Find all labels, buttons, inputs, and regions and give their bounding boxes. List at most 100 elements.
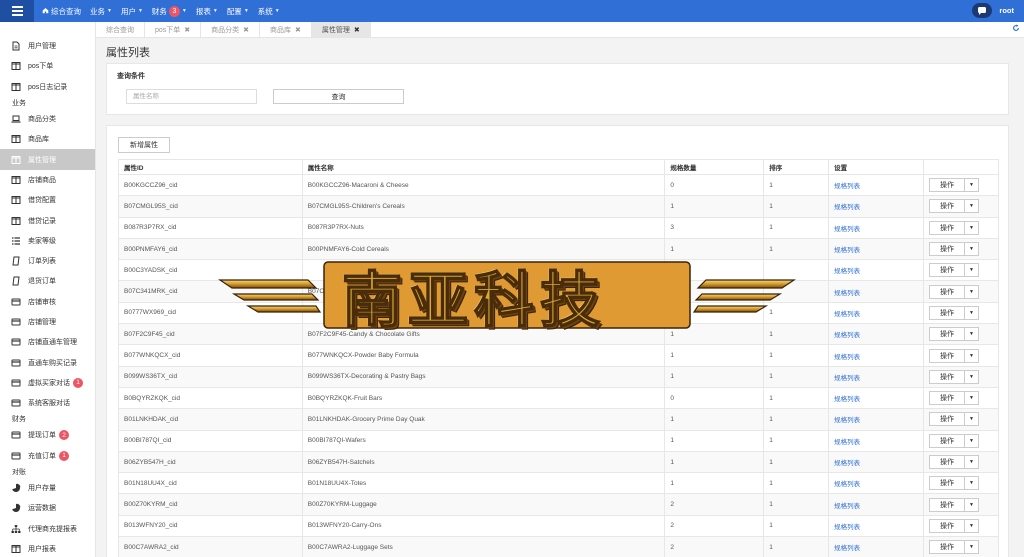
action-button[interactable]: 操作	[930, 306, 965, 319]
spec-list-link[interactable]: 规格列表	[828, 344, 924, 367]
spec-list-link[interactable]: 规格列表	[828, 429, 924, 452]
action-button[interactable]: 操作	[930, 243, 965, 256]
search-button[interactable]: 查询	[273, 89, 404, 104]
action-button[interactable]: 操作	[930, 285, 965, 298]
close-icon[interactable]: ✖	[184, 26, 190, 34]
caret-down-icon[interactable]: ▼	[965, 179, 978, 191]
caret-down-icon[interactable]: ▼	[965, 392, 978, 404]
tab-0[interactable]: 综合查询	[96, 22, 145, 37]
sidebar-item[interactable]: 虚拟买家对话 1	[0, 373, 95, 393]
topnav-item-6[interactable]: 系统 ▼	[258, 6, 280, 17]
spec-list-link[interactable]: 规格列表	[828, 408, 924, 431]
spec-list-link[interactable]: 规格列表	[828, 472, 924, 495]
sidebar-item[interactable]: 店铺管理	[0, 312, 95, 332]
sidebar-item[interactable]: 属性管理	[0, 149, 95, 170]
action-button[interactable]: 操作	[930, 370, 965, 383]
sidebar-item[interactable]: 提现订单 2	[0, 425, 95, 445]
caret-down-icon[interactable]: ▼	[965, 200, 978, 212]
tab-4[interactable]: 属性管理 ✖	[311, 22, 371, 37]
caret-down-icon[interactable]: ▼	[965, 264, 978, 276]
chat-icon[interactable]	[972, 3, 993, 18]
action-button[interactable]: 操作	[930, 200, 965, 213]
caret-down-icon[interactable]: ▼	[965, 477, 978, 489]
caret-down-icon[interactable]: ▼	[965, 371, 978, 383]
menu-toggle-icon[interactable]	[0, 0, 34, 22]
action-button[interactable]: 操作	[930, 498, 965, 511]
spec-list-link[interactable]: 规格列表	[828, 301, 924, 325]
caret-down-icon[interactable]: ▼	[965, 520, 978, 532]
topnav-item-0[interactable]: 综合查询	[42, 6, 81, 17]
topnav-item-5[interactable]: 配置 ▼	[227, 6, 249, 17]
action-button[interactable]: 操作	[930, 221, 965, 234]
sidebar-item[interactable]: 直通车购买记录	[0, 352, 95, 372]
sidebar-item[interactable]: 用户存量	[0, 478, 95, 498]
sidebar-item[interactable]: 订单列表	[0, 251, 95, 271]
action-button[interactable]: 操作	[930, 477, 965, 490]
caret-down-icon[interactable]: ▼	[965, 456, 978, 468]
sidebar-item[interactable]: 用户管理	[0, 36, 95, 56]
action-button[interactable]: 操作	[930, 179, 965, 192]
spec-list-link[interactable]: 规格列表	[828, 173, 924, 197]
spec-list-link[interactable]: 规格列表	[828, 323, 924, 346]
spec-list-link[interactable]: 规格列表	[828, 195, 924, 218]
caret-down-icon[interactable]: ▼	[965, 307, 978, 319]
caret-down-icon[interactable]: ▼	[965, 286, 978, 298]
sidebar-item[interactable]: 店铺直通车管理	[0, 332, 95, 352]
add-attribute-button[interactable]: 新增属性	[118, 137, 170, 153]
sidebar-item[interactable]: 借贷配置	[0, 190, 95, 210]
sidebar-item[interactable]: 店铺审核	[0, 292, 95, 312]
action-button[interactable]: 操作	[930, 519, 965, 532]
action-button[interactable]: 操作	[930, 434, 965, 447]
spec-list-link[interactable]: 规格列表	[828, 450, 924, 474]
close-icon[interactable]: ✖	[243, 26, 249, 34]
spec-list-link[interactable]: 规格列表	[828, 514, 924, 538]
action-button[interactable]: 操作	[930, 349, 965, 362]
spec-list-link[interactable]: 规格列表	[828, 365, 924, 388]
sidebar-item[interactable]: 借贷记录	[0, 210, 95, 230]
spec-list-link[interactable]: 规格列表	[828, 280, 924, 303]
sidebar-item[interactable]: pos日志记录	[0, 77, 95, 97]
spec-list-link[interactable]: 规格列表	[828, 259, 924, 282]
sidebar-item[interactable]: 系统客服对话	[0, 393, 95, 413]
tab-1[interactable]: pos下单 ✖	[145, 22, 202, 37]
caret-down-icon[interactable]: ▼	[965, 328, 978, 340]
sidebar-item[interactable]: 充值订单 1	[0, 446, 95, 466]
spec-list-link[interactable]: 规格列表	[828, 237, 924, 261]
sidebar-item[interactable]: 用户报表	[0, 539, 95, 557]
action-button[interactable]: 操作	[930, 328, 965, 341]
caret-down-icon[interactable]: ▼	[965, 350, 978, 362]
caret-down-icon[interactable]: ▼	[965, 413, 978, 425]
spec-list-link[interactable]: 规格列表	[828, 216, 924, 239]
tab-3[interactable]: 商品库 ✖	[260, 22, 312, 37]
sidebar-item[interactable]: 商品库	[0, 129, 95, 149]
caret-down-icon[interactable]: ▼	[965, 222, 978, 234]
close-icon[interactable]: ✖	[354, 26, 360, 34]
topnav-item-1[interactable]: 业务 ▼	[90, 6, 112, 17]
sidebar-item[interactable]: 商品分类	[0, 109, 95, 129]
caret-down-icon[interactable]: ▼	[965, 499, 978, 511]
sidebar-item[interactable]: 运营数据	[0, 498, 95, 518]
sidebar-item[interactable]: 退货订单	[0, 271, 95, 291]
spec-list-link[interactable]: 规格列表	[828, 536, 924, 557]
action-button[interactable]: 操作	[930, 541, 965, 554]
spec-list-link[interactable]: 规格列表	[828, 493, 924, 516]
sidebar-item[interactable]: 店铺商品	[0, 170, 95, 190]
refresh-icon[interactable]	[1012, 24, 1020, 34]
caret-down-icon[interactable]: ▼	[965, 541, 978, 553]
attribute-name-search-input[interactable]	[126, 89, 257, 104]
sidebar-item[interactable]: 卖家等级	[0, 231, 95, 251]
close-icon[interactable]: ✖	[295, 26, 301, 34]
caret-down-icon[interactable]: ▼	[965, 435, 978, 447]
tab-2[interactable]: 商品分类 ✖	[201, 22, 261, 37]
topnav-item-2[interactable]: 用户 ▼	[121, 6, 143, 17]
topnav-item-3[interactable]: 财务 3 ▼	[152, 5, 187, 17]
sidebar-item[interactable]: 代理商充提报表	[0, 519, 95, 539]
action-button[interactable]: 操作	[930, 392, 965, 405]
caret-down-icon[interactable]: ▼	[965, 243, 978, 255]
spec-list-link[interactable]: 规格列表	[828, 386, 924, 410]
sidebar-item[interactable]: pos下单	[0, 56, 95, 76]
action-button[interactable]: 操作	[930, 413, 965, 426]
action-button[interactable]: 操作	[930, 264, 965, 277]
user-menu[interactable]: root	[999, 6, 1014, 15]
topnav-item-4[interactable]: 报表 ▼	[196, 6, 218, 17]
